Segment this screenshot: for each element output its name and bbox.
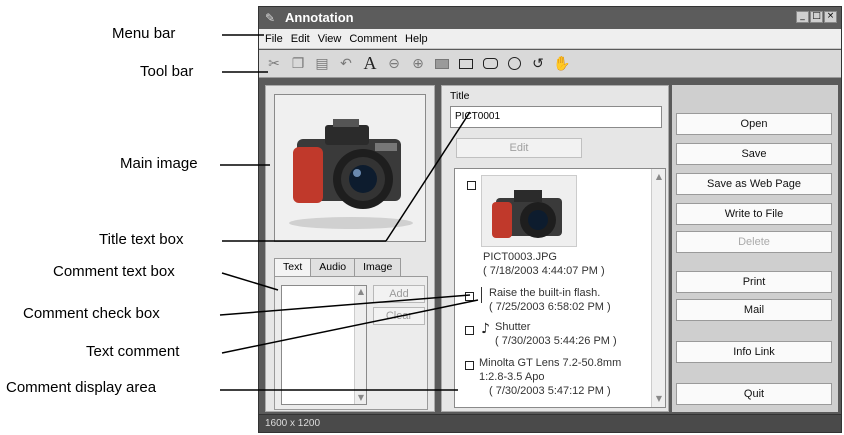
write-to-file-button[interactable]: Write to File (676, 203, 832, 225)
callout-comment-text-box: Comment text box (53, 263, 175, 280)
rect-icon[interactable] (457, 55, 475, 73)
text-tool-icon[interactable]: A (361, 53, 379, 73)
left-pane: Text Audio Image ▲ ▼ Add Clear (265, 85, 435, 412)
copy-icon[interactable]: ❐ (289, 55, 307, 73)
scroll-up-icon[interactable]: ▲ (355, 286, 367, 298)
comment-check-box[interactable] (465, 326, 474, 335)
menu-bar: File Edit View Comment Help (259, 29, 841, 49)
delete-button[interactable]: Delete (676, 231, 832, 253)
callout-main-image: Main image (120, 155, 198, 172)
comment-thumbnail (481, 175, 577, 247)
cut-icon[interactable]: ✂ (265, 55, 283, 73)
comment-check-box[interactable] (465, 292, 474, 301)
clear-button[interactable]: Clear (373, 307, 425, 325)
add-button[interactable]: Add (373, 285, 425, 303)
comment-check-box[interactable] (467, 181, 476, 190)
rounded-rect-icon[interactable] (481, 55, 499, 73)
tab-text[interactable]: Text (274, 258, 312, 277)
tab-image[interactable]: Image (354, 258, 402, 276)
comment-text-box[interactable]: ▲ ▼ (281, 285, 367, 405)
text-tab-panel: ▲ ▼ Add Clear (274, 276, 428, 410)
camera-thumbnail-image (482, 176, 576, 246)
comment-tabs: Text Audio Image (274, 258, 402, 277)
tab-audio[interactable]: Audio (310, 258, 356, 276)
callout-menu-bar: Menu bar (112, 25, 176, 42)
quit-button[interactable]: Quit (676, 383, 832, 405)
menu-comment[interactable]: Comment (349, 33, 397, 45)
audio-note-icon: ♪ (481, 321, 490, 337)
entry-2-text: Raise the built-in flash. (489, 287, 601, 299)
scroll-down-icon[interactable]: ▼ (355, 392, 367, 404)
app-window: ✎ Annotation _ □ × File Edit View Commen… (258, 6, 842, 433)
callout-tool-bar: Tool bar (140, 63, 194, 80)
ellipse-icon[interactable] (505, 55, 523, 73)
tool-bar: ✂ ❐ ▤ ↶ A ⊖ ⊕ ↺ ✋ (259, 50, 841, 78)
freehand-icon[interactable]: ↺ (529, 55, 547, 73)
menu-file[interactable]: File (265, 33, 283, 45)
image-dimensions: 1600 x 1200 (265, 418, 321, 429)
edit-button[interactable]: Edit (456, 138, 582, 158)
save-button[interactable]: Save (676, 143, 832, 165)
client-area: Text Audio Image ▲ ▼ Add Clear Title PIC… (259, 79, 841, 414)
filled-rect-icon[interactable] (433, 55, 451, 73)
right-pane: Open Save Save as Web Page Write to File… (672, 85, 838, 412)
menu-help[interactable]: Help (405, 33, 428, 45)
scroll-down-icon[interactable]: ▼ (652, 393, 665, 405)
entry-2-date: ( 7/25/2003 6:58:02 PM ) (489, 301, 611, 313)
text-comment-icon (481, 287, 482, 303)
status-bar: 1600 x 1200 (259, 414, 841, 432)
minimize-icon[interactable]: _ (796, 11, 809, 23)
title-label: Title (450, 90, 470, 102)
callout-text-comment: Text comment (86, 343, 180, 360)
close-icon[interactable]: × (824, 11, 837, 23)
display-scrollbar[interactable]: ▲ ▼ (651, 169, 665, 407)
entry-3-text: Shutter (495, 321, 531, 333)
comment-display-area[interactable]: PICT0003.JPG ( 7/18/2003 4:44:07 PM ) Ra… (454, 168, 666, 408)
open-button[interactable]: Open (676, 113, 832, 135)
maximize-icon[interactable]: □ (810, 11, 823, 23)
undo-icon[interactable]: ↶ (337, 55, 355, 73)
window-title: Annotation (285, 10, 354, 25)
menu-view[interactable]: View (318, 33, 342, 45)
info-link-button[interactable]: Info Link (676, 341, 832, 363)
comment-check-box[interactable] (465, 361, 474, 370)
save-as-web-page-button[interactable]: Save as Web Page (676, 173, 832, 195)
callout-title-text-box: Title text box (99, 231, 184, 248)
comment-scrollbar[interactable]: ▲ ▼ (354, 286, 366, 404)
app-icon: ✎ (265, 11, 276, 25)
entry-1-name: PICT0003.JPG (483, 251, 557, 263)
paste-icon[interactable]: ▤ (313, 55, 331, 73)
zoom-out-icon[interactable]: ⊖ (385, 55, 403, 73)
callout-comment-display-area: Comment display area (6, 379, 157, 396)
entry-4-text: Minolta GT Lens 7.2-50.8mm (479, 357, 622, 369)
print-button[interactable]: Print (676, 271, 832, 293)
window-controls: _ □ × (796, 11, 837, 23)
menu-edit[interactable]: Edit (291, 33, 310, 45)
entry-1-date: ( 7/18/2003 4:44:07 PM ) (483, 265, 605, 277)
main-image[interactable] (274, 94, 426, 242)
title-bar: ✎ Annotation _ □ × (259, 7, 841, 29)
middle-pane: Title PICT0001 Edit PICT0003.JPG ( 7/18/… (441, 85, 669, 412)
title-text-box[interactable]: PICT0001 (450, 106, 662, 128)
zoom-in-icon[interactable]: ⊕ (409, 55, 427, 73)
hand-icon[interactable]: ✋ (553, 55, 571, 73)
entry-4-date: ( 7/30/2003 5:47:12 PM ) (489, 385, 611, 397)
entry-4-sub: 1:2.8-3.5 Apo (479, 371, 545, 383)
scroll-up-icon[interactable]: ▲ (652, 171, 665, 183)
callout-comment-check-box: Comment check box (23, 305, 160, 322)
entry-3-date: ( 7/30/2003 5:44:26 PM ) (495, 335, 617, 347)
camera-image (275, 95, 425, 241)
mail-button[interactable]: Mail (676, 299, 832, 321)
